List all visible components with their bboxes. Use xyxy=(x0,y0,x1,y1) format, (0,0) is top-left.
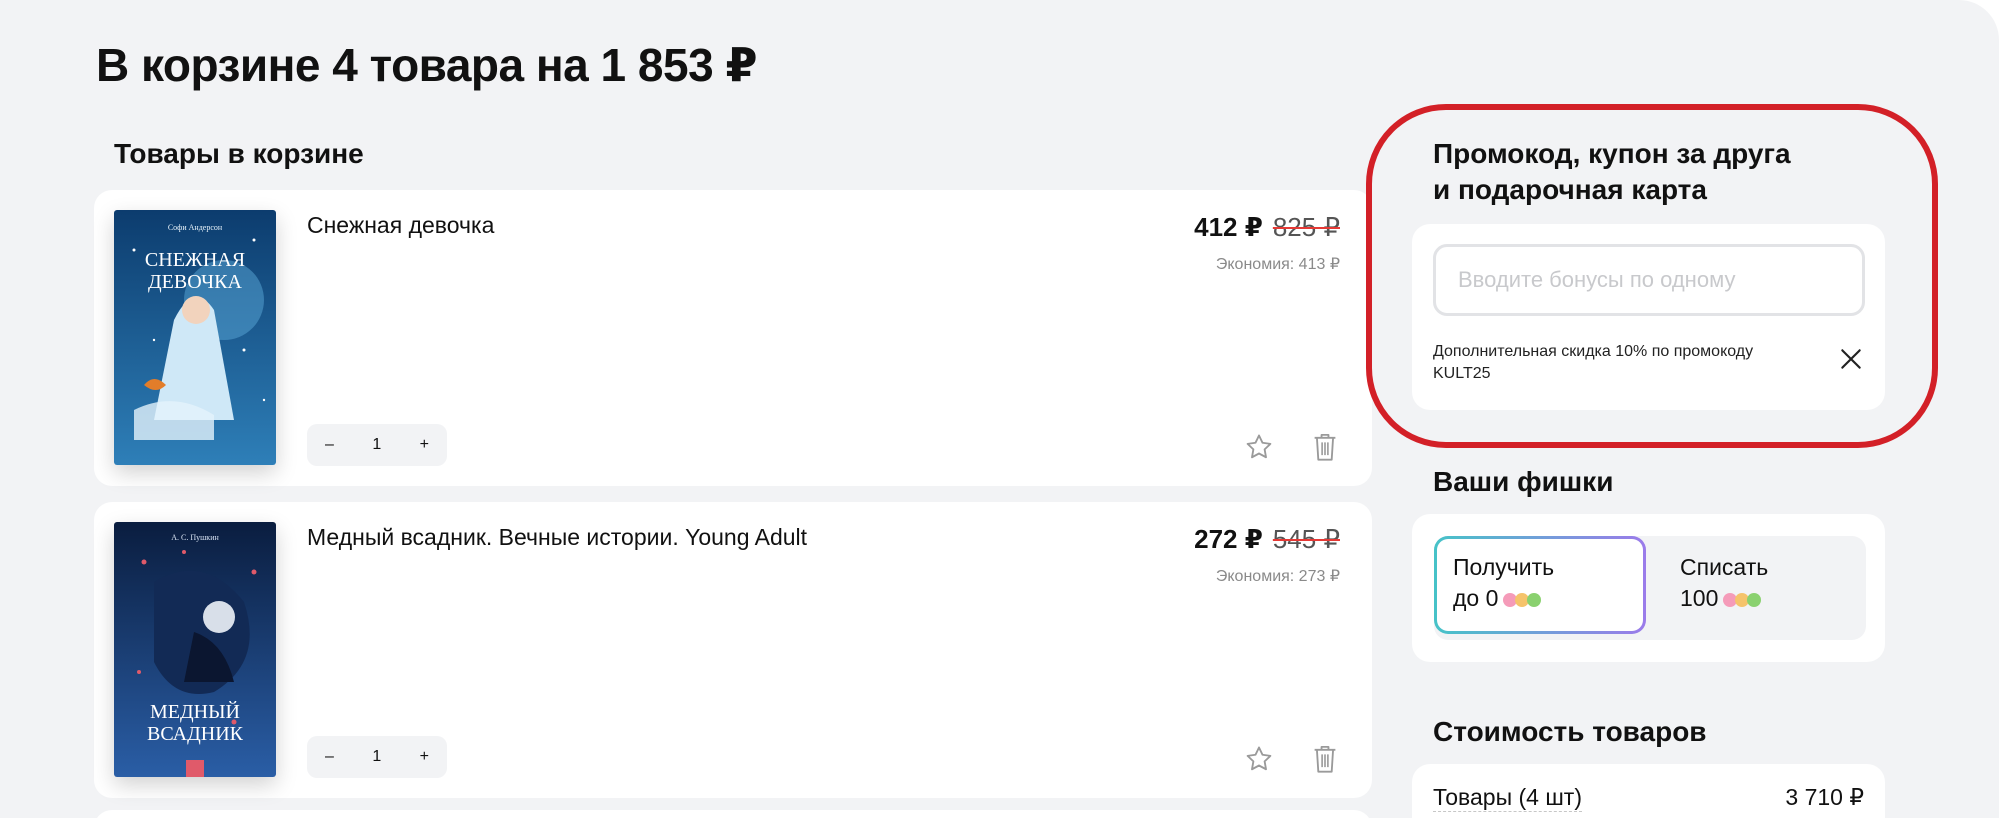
item-price: 412 ₽ 825 ₽ xyxy=(1194,212,1340,243)
cart-page: В корзине 4 товара на 1 853 ₽ Товары в к… xyxy=(0,0,1999,818)
chips-get-label: Получить xyxy=(1453,554,1555,580)
increase-button[interactable]: + xyxy=(420,748,429,766)
cart-item: А. С. Пушкин МЕДНЫЙ ВСАДНИК Медный всадн… xyxy=(94,502,1372,798)
decrease-button[interactable]: – xyxy=(325,436,334,454)
current-price: 412 ₽ xyxy=(1194,212,1263,242)
page-title: В корзине 4 товара на 1 853 ₽ xyxy=(96,39,757,91)
chips-toggle: Получить до 0 Списать 100 xyxy=(1434,536,1866,640)
quantity-stepper: – 1 + xyxy=(307,424,447,466)
promo-title-line-1: Промокод, купон за друга xyxy=(1433,138,1791,169)
quantity-stepper: – 1 + xyxy=(307,736,447,778)
item-price: 272 ₽ 545 ₽ xyxy=(1194,524,1340,555)
chips-spend-option[interactable]: Списать 100 xyxy=(1666,539,1856,631)
chips-title: Ваши фишки xyxy=(1433,466,1614,497)
book-cover-image[interactable]: Софи Андерсон СНЕЖНАЯ ДЕВОЧКА xyxy=(114,210,276,465)
cover-title-1: СНЕЖНАЯ xyxy=(145,249,245,271)
totals-items-row: Товары (4 шт) 3 710 ₽ xyxy=(1433,784,1864,812)
cover-author: А. С. Пушкин xyxy=(171,533,219,542)
chips-spend-label: Списать xyxy=(1680,554,1769,580)
cover-title-1: МЕДНЫЙ xyxy=(150,700,240,723)
totals-title: Стоимость товаров xyxy=(1433,716,1707,747)
economy-text: Экономия: 413 ₽ xyxy=(1215,256,1340,273)
totals-items-label: Товары (4 шт) xyxy=(1433,784,1582,812)
book-cover-image[interactable]: А. С. Пушкин МЕДНЫЙ ВСАДНИК xyxy=(114,522,276,777)
quantity-value: 1 xyxy=(372,748,382,765)
old-price: 545 ₽ xyxy=(1272,524,1340,554)
chips-get-option[interactable]: Получить до 0 xyxy=(1434,536,1646,634)
star-icon[interactable] xyxy=(1244,432,1274,462)
chips-card: Получить до 0 Списать 100 xyxy=(1412,514,1885,662)
cover-title-2: ВСАДНИК xyxy=(147,723,244,745)
chips-get-value-row: до 0 xyxy=(1453,583,1627,614)
chips-spend-value: 100 xyxy=(1680,585,1719,611)
promo-title: Промокод, купон за друга и подарочная ка… xyxy=(1433,136,1791,208)
cart-section-title: Товары в корзине xyxy=(114,138,364,169)
promo-code-input[interactable] xyxy=(1433,244,1865,316)
item-name[interactable]: Медный всадник. Вечные истории. Young Ad… xyxy=(307,524,807,551)
star-icon[interactable] xyxy=(1244,744,1274,774)
chips-spend-value-row: 100 xyxy=(1680,583,1842,614)
coins-icon xyxy=(1503,592,1542,607)
promo-applied-note: Дополнительная скидка 10% по промокоду K… xyxy=(1433,343,1754,382)
old-price: 825 ₽ xyxy=(1272,212,1340,242)
cover-title-2: ДЕВОЧКА xyxy=(148,271,242,293)
totals-card: Товары (4 шт) 3 710 ₽ xyxy=(1412,764,1885,818)
increase-button[interactable]: + xyxy=(420,436,429,454)
coins-icon xyxy=(1723,592,1762,607)
trash-icon[interactable] xyxy=(1312,432,1338,462)
close-icon[interactable] xyxy=(1838,346,1864,372)
promo-title-line-2: и подарочная карта xyxy=(1433,174,1707,205)
cart-item: Софи Андерсон СНЕЖНАЯ ДЕВОЧКА Снежная де… xyxy=(94,190,1372,486)
decrease-button[interactable]: – xyxy=(325,748,334,766)
cart-item xyxy=(94,810,1372,818)
economy-text: Экономия: 273 ₽ xyxy=(1215,568,1340,585)
quantity-value: 1 xyxy=(372,436,382,453)
chips-get-value: до 0 xyxy=(1453,585,1499,611)
item-name[interactable]: Снежная девочка xyxy=(307,212,494,239)
trash-icon[interactable] xyxy=(1312,744,1338,774)
promo-card: Дополнительная скидка 10% по промокоду K… xyxy=(1412,224,1885,410)
current-price: 272 ₽ xyxy=(1194,524,1263,554)
cover-author: Софи Андерсон xyxy=(168,223,223,232)
totals-items-value: 3 710 ₽ xyxy=(1785,784,1864,810)
